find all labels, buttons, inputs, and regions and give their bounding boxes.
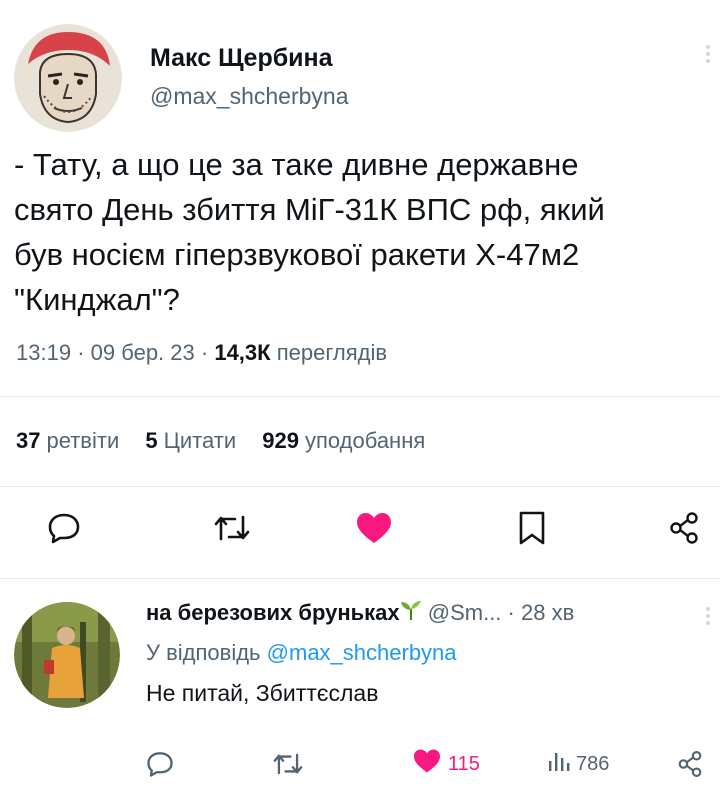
tweet-text-line: свято День збиття МіГ-31К ВПС рф, який — [14, 192, 605, 227]
tweet-text-line: "Кинджал"? — [14, 282, 180, 317]
reply-tweet: на березових бруньках @Sm... · 28 хв У в… — [0, 580, 720, 808]
stat-quotes[interactable]: 5 Цитати — [145, 428, 236, 453]
like-icon — [412, 748, 442, 780]
reply-to-prefix: У відповідь — [146, 640, 261, 665]
share-icon[interactable] — [662, 506, 706, 550]
like-button[interactable]: 115 — [412, 746, 480, 782]
reply-to: У відповідь @max_shcherbyna — [146, 640, 457, 666]
stat-likes[interactable]: 929 уподобання — [262, 428, 425, 453]
separator: · — [77, 340, 85, 365]
tweet-actions — [0, 506, 720, 556]
retweet-icon[interactable] — [272, 746, 304, 782]
tweet-meta: 13:19 · 09 бер. 23 · 14,3К переглядів — [16, 340, 387, 366]
tweet-text: - Тату, а що це за таке дивне державне с… — [14, 142, 704, 322]
views-icon — [546, 749, 570, 779]
reply-to-handle[interactable]: @max_shcherbyna — [267, 640, 457, 665]
tweet-stats: 37 ретвіти 5 Цитати 929 уподобання — [16, 428, 445, 454]
reply-author-handle[interactable]: @Sm... — [428, 600, 502, 625]
separator: · — [200, 340, 209, 365]
tweet-text-line: був носієм гіперзвукової ракети Х-47м2 — [14, 237, 580, 272]
divider — [0, 396, 720, 397]
share-icon[interactable] — [676, 746, 704, 782]
tweet-time[interactable]: 13:19 — [16, 340, 71, 365]
tweet-date[interactable]: 09 бер. 23 — [91, 340, 195, 365]
views-label: переглядів — [276, 340, 388, 365]
reply-header: на березових бруньках @Sm... · 28 хв — [146, 600, 574, 626]
reply-actions: 115 786 — [0, 746, 720, 786]
reply-time[interactable]: · 28 хв — [508, 600, 575, 625]
more-icon[interactable] — [706, 42, 712, 68]
reply-icon[interactable] — [42, 506, 86, 550]
author-name[interactable]: Макс Щербина — [150, 44, 349, 73]
tweet-text-line: - Тату, а що це за таке дивне державне — [14, 147, 579, 182]
main-tweet: Макс Щербина @max_shcherbyna - Тату, а щ… — [0, 0, 720, 580]
views-count: 786 — [576, 752, 610, 775]
more-icon[interactable] — [706, 604, 712, 630]
like-count: 115 — [448, 752, 480, 775]
reply-icon[interactable] — [146, 746, 174, 782]
divider — [0, 486, 720, 487]
bookmark-icon[interactable] — [510, 506, 554, 550]
author-info: Макс Щербина @max_shcherbyna — [150, 44, 349, 110]
stat-retweets[interactable]: 37 ретвіти — [16, 428, 119, 453]
author-handle[interactable]: @max_shcherbyna — [150, 83, 349, 110]
views-button[interactable]: 786 — [546, 746, 609, 782]
author-avatar[interactable] — [14, 24, 122, 132]
divider — [0, 578, 720, 579]
reply-author-name[interactable]: на березових бруньках — [146, 600, 400, 625]
reply-author-avatar[interactable] — [14, 602, 120, 708]
like-icon[interactable] — [352, 506, 396, 550]
views-count: 14,3К — [214, 340, 271, 365]
reply-text: Не питай, Збиттєслав — [146, 680, 379, 706]
retweet-icon[interactable] — [210, 506, 254, 550]
seedling-icon — [400, 600, 422, 625]
